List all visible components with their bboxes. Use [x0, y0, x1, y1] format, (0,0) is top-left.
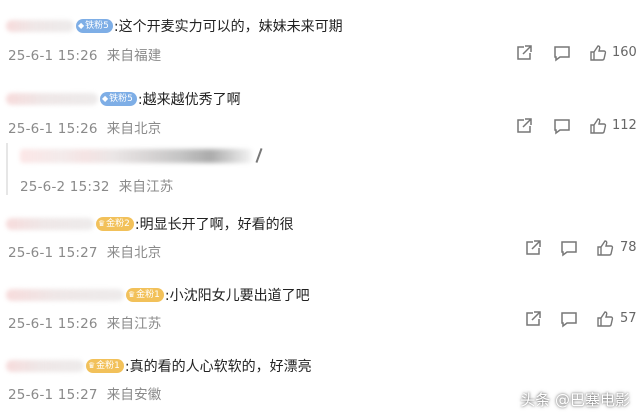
comment-text: :这个开麦实力可以的，妹妹未来可期 [113, 19, 343, 35]
comment-meta: 25-6-1 15:26 来自江苏 [8, 312, 162, 332]
comment-location: 来自北京 [106, 245, 162, 261]
fan-badge[interactable]: ◆ 铁粉5 [76, 19, 113, 33]
comment-text: :明显长开了啊，好看的很 [134, 217, 294, 233]
reply-cursor-mark [255, 148, 263, 163]
share-icon[interactable] [515, 117, 533, 135]
comment-meta: 25-6-1 15:27 来自北京 [8, 241, 162, 261]
comment-date: 25-6-1 15:26 [8, 121, 98, 137]
blurred-username[interactable] [6, 20, 74, 32]
comment-icon[interactable] [560, 310, 578, 328]
crown-icon: ♛ [88, 361, 96, 370]
like-icon[interactable] [589, 117, 607, 135]
comment-text: :真的看的人心软软的，好漂亮 [124, 359, 312, 375]
watermark: 头条 @巴塞电影 [520, 391, 630, 409]
blurred-username[interactable] [6, 360, 84, 372]
comment-header: ♛ 金粉1 :真的看的人心软软的，好漂亮 [6, 356, 312, 376]
like-icon[interactable] [596, 310, 614, 328]
comment-location: 来自安徽 [106, 387, 162, 403]
comment-date: 25-6-1 15:26 [8, 316, 98, 332]
like-count: 78 [620, 240, 637, 255]
reply-location: 来自江苏 [118, 179, 174, 195]
blurred-username[interactable] [6, 289, 124, 301]
blurred-username[interactable] [6, 93, 98, 105]
comment-location: 来自江苏 [106, 316, 162, 332]
comment-meta: 25-6-1 15:26 来自北京 [8, 117, 162, 137]
comment-location: 来自福建 [106, 48, 162, 64]
comment-date: 25-6-1 15:26 [8, 48, 98, 64]
like-icon[interactable] [596, 239, 614, 257]
like-icon[interactable] [589, 44, 607, 62]
reply-meta: 25-6-2 15:32 来自江苏 [20, 175, 174, 195]
like-count: 57 [620, 311, 637, 326]
comment-header: ◆ 铁粉5 :越来越优秀了啊 [6, 89, 241, 109]
crown-icon: ♛ [128, 290, 136, 299]
reply-date: 25-6-2 15:32 [20, 179, 110, 195]
fan-badge[interactable]: ♛ 金粉2 [96, 217, 134, 231]
comment-date: 25-6-1 15:27 [8, 387, 98, 403]
comment-icon[interactable] [553, 117, 571, 135]
like-count: 112 [612, 118, 637, 133]
share-icon[interactable] [524, 239, 542, 257]
fan-badge[interactable]: ◆ 铁粉5 [100, 92, 137, 106]
share-icon[interactable] [524, 310, 542, 328]
bolt-icon: ◆ [102, 94, 109, 103]
fan-badge[interactable]: ♛ 金粉1 [126, 288, 164, 302]
bolt-icon: ◆ [78, 21, 85, 30]
comment-date: 25-6-1 15:27 [8, 245, 98, 261]
share-icon[interactable] [515, 44, 533, 62]
fan-badge[interactable]: ♛ 金粉1 [86, 359, 124, 373]
reply-item: 25-6-2 15:32 来自江苏 [6, 143, 270, 195]
comment-icon[interactable] [560, 239, 578, 257]
crown-icon: ♛ [98, 219, 106, 228]
like-count: 160 [612, 45, 637, 60]
blurred-username[interactable] [6, 218, 94, 230]
comment-text: :小沈阳女儿要出道了吧 [164, 288, 310, 304]
comment-text: :越来越优秀了啊 [137, 92, 241, 108]
comment-icon[interactable] [553, 44, 571, 62]
comment-location: 来自北京 [106, 121, 162, 137]
comment-header: ♛ 金粉2 :明显长开了啊，好看的很 [6, 214, 294, 234]
comment-header: ◆ 铁粉5 :这个开麦实力可以的，妹妹未来可期 [6, 16, 343, 36]
blurred-reply-text [20, 149, 252, 163]
comment-header: ♛ 金粉1 :小沈阳女儿要出道了吧 [6, 285, 310, 305]
comment-meta: 25-6-1 15:26 来自福建 [8, 44, 162, 64]
comment-meta: 25-6-1 15:27 来自安徽 [8, 383, 162, 403]
